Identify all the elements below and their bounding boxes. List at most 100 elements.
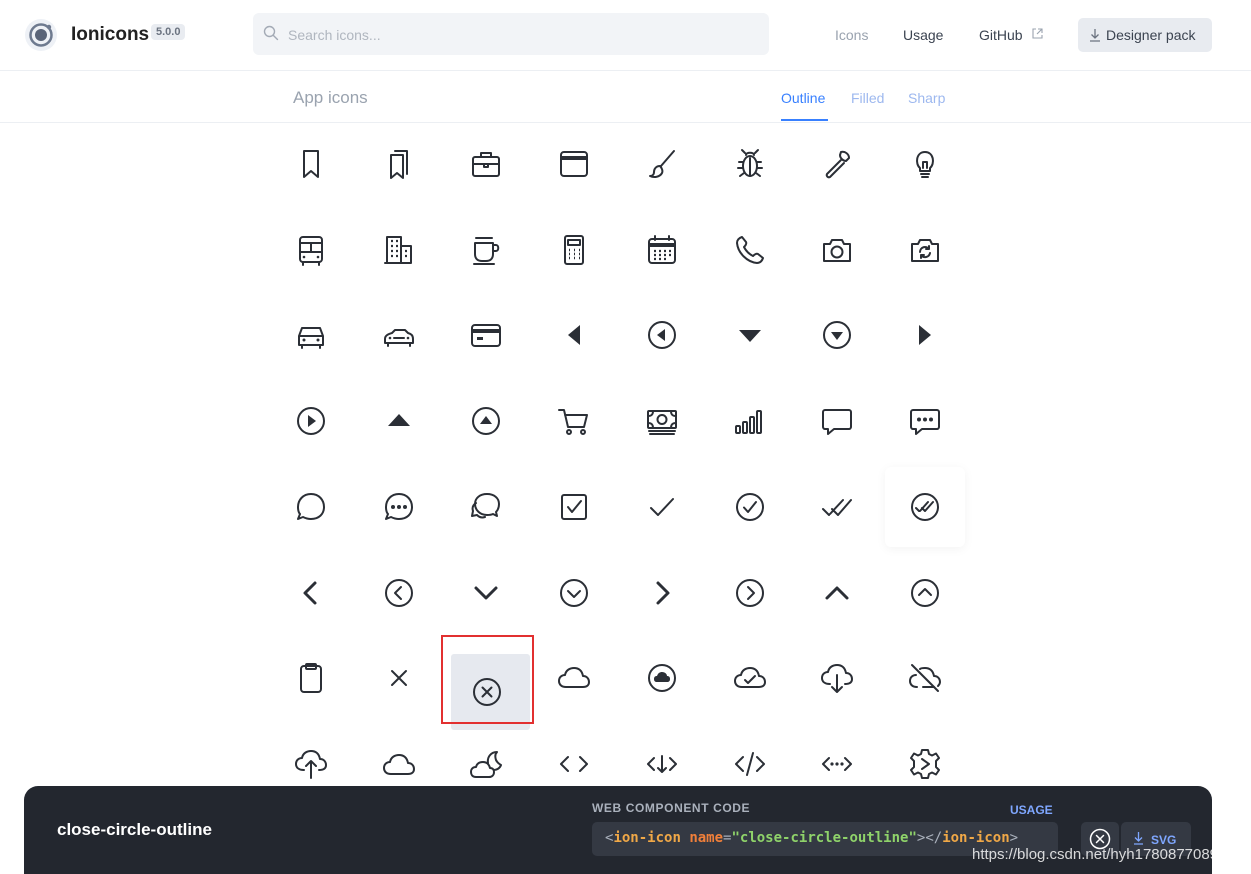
cloud-circle-icon [647,664,676,693]
chatbubble-icon [297,492,325,520]
icon-cell-caret-forward-outline[interactable] [885,295,965,375]
icon-cell-bus-outline[interactable] [271,210,351,290]
tab-sharp[interactable]: Sharp [908,90,945,106]
caret-back-circle-icon [647,321,676,350]
icon-cell-cellular-outline[interactable] [710,381,790,461]
icon-cell-cloud-offline-outline[interactable] [885,638,965,718]
designer-pack-button[interactable]: Designer pack [1078,18,1212,52]
icon-cell-caret-up-outline[interactable] [359,381,439,461]
icon-cell-checkmark-done-circle-outline[interactable] [884,466,965,547]
cloud-icon [558,667,591,689]
nav-link-github[interactable]: GitHub [979,27,1023,43]
icon-cell-calendar-outline[interactable] [622,210,702,290]
chatbubbles-icon [471,492,501,519]
icon-cell-browsers-outline[interactable] [534,124,614,204]
icon-cell-chatbubble-outline[interactable] [271,467,351,547]
icon-cell-chatbox-ellipses-outline[interactable] [885,381,965,461]
calendar-icon [647,234,676,264]
cellular-icon [734,410,762,435]
icon-cell-chatbox-outline[interactable] [797,381,877,461]
web-component-code-label: WEB COMPONENT CODE [592,801,751,815]
icon-cell-bookmarks-outline[interactable] [359,124,439,204]
car-icon [298,327,324,350]
icon-cell-build-outline[interactable] [797,124,877,204]
icon-cell-camera-reverse-outline[interactable] [885,210,965,290]
search-icon [263,25,279,41]
icon-cell-chevron-down-outline[interactable] [446,553,526,633]
icon-cell-chevron-down-circle-outline[interactable] [534,553,614,633]
usage-link[interactable]: USAGE [1010,803,1053,817]
calculator-icon [564,234,585,265]
icon-cell-bug-outline[interactable] [710,124,790,204]
icon-cell-caret-forward-circle-outline[interactable] [271,381,351,461]
search-input[interactable] [286,21,760,49]
close-icon [390,670,407,687]
code-close-open: ></ [916,830,943,846]
icon-cell-chevron-forward-circle-outline[interactable] [710,553,790,633]
ionicons-logo-icon[interactable] [24,18,58,52]
nav-link-usage[interactable]: Usage [903,27,943,43]
icon-cell-chevron-back-outline[interactable] [271,553,351,633]
icon-cell-checkmark-done-outline[interactable] [797,467,877,547]
icon-cell-cart-outline[interactable] [534,381,614,461]
download-icon [1090,29,1100,42]
icon-cell-bulb-outline[interactable] [885,124,965,204]
icon-cell-briefcase-outline[interactable] [446,124,526,204]
business-icon [383,235,412,264]
icon-cell-chatbubble-ellipses-outline[interactable] [359,467,439,547]
icon-cell-calculator-outline[interactable] [534,210,614,290]
tab-outline[interactable]: Outline [781,90,825,106]
icon-cell-cloud-done-outline[interactable] [710,638,790,718]
chevron-down-circle-icon [560,578,589,607]
icon-cell-checkbox-outline[interactable] [534,467,614,547]
icon-cell-brush-outline[interactable] [622,124,702,204]
external-link-icon [1032,28,1043,39]
icon-cell-caret-back-circle-outline[interactable] [622,295,702,375]
search-box[interactable] [253,13,769,55]
icon-cell-bookmark-outline[interactable] [271,124,351,204]
icon-cell-cafe-outline[interactable] [446,210,526,290]
icon-cell-cash-outline[interactable] [622,381,702,461]
icon-cell-chevron-up-outline[interactable] [797,553,877,633]
code-download-icon [646,754,677,773]
icon-cell-close-outline[interactable] [359,638,439,718]
clipboard-icon [300,663,322,694]
tab-filled[interactable]: Filled [851,90,884,106]
caret-forward-icon [918,325,931,346]
chevron-back-circle-icon [384,578,413,607]
icon-cell-call-outline[interactable] [710,210,790,290]
cart-icon [558,409,589,436]
icon-cell-car-sport-outline[interactable] [359,295,439,375]
icon-cell-close-circle-outline[interactable] [451,654,531,731]
icon-cell-clipboard-outline[interactable] [271,638,351,718]
nav-link-icons[interactable]: Icons [835,27,868,43]
icon-cell-caret-up-circle-outline[interactable] [446,381,526,461]
code-closing-tag: ion-icon [942,830,1010,846]
chatbox-ellipses-icon [909,409,940,436]
icon-cell-chevron-up-circle-outline[interactable] [885,553,965,633]
camera-reverse-icon [910,238,939,262]
icon-cell-chatbubbles-outline[interactable] [446,467,526,547]
icon-cell-cloud-download-outline[interactable] [797,638,877,718]
icon-cell-cloud-circle-outline[interactable] [622,638,702,718]
icon-cell-car-outline[interactable] [271,295,351,375]
icon-cell-business-outline[interactable] [359,210,439,290]
icon-cell-caret-down-circle-outline[interactable] [797,295,877,375]
icon-cell-checkmark-outline[interactable] [622,467,702,547]
icon-cell-camera-outline[interactable] [797,210,877,290]
icon-cell-cloud-outline[interactable] [534,638,614,718]
caret-back-icon [568,325,581,346]
bookmarks-icon [389,150,408,179]
icon-cell-chevron-forward-outline[interactable] [622,553,702,633]
call-icon [735,235,764,264]
brand-name[interactable]: Ionicons [71,24,149,46]
icon-cell-caret-down-outline[interactable] [710,295,790,375]
icon-cell-chevron-back-circle-outline[interactable] [359,553,439,633]
icon-cell-checkmark-circle-outline[interactable] [710,467,790,547]
camera-icon [823,238,852,262]
icon-cell-caret-back-outline[interactable] [534,295,614,375]
cloudy-night-icon [470,750,503,778]
top-navbar: Ionicons 5.0.0 Icons Usage GitHub Design… [0,0,1251,71]
icon-cell-card-outline[interactable] [446,295,526,375]
cloud-done-icon [733,667,766,689]
